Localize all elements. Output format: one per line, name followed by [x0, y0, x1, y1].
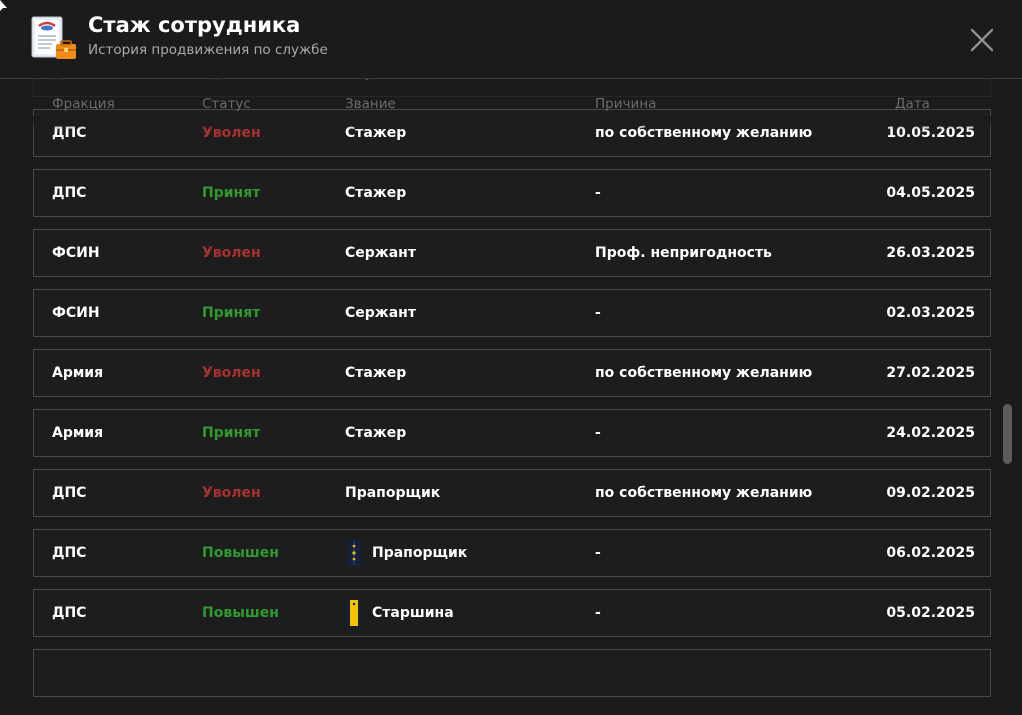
- cell-status: Принят: [202, 305, 261, 321]
- cell-date: 10.05.2025: [886, 79, 975, 81]
- cell-faction: Армия: [52, 425, 104, 441]
- table-row: Армия Принят Стажер - 24.02.2025: [33, 409, 991, 457]
- cell-rank: Прапорщик: [345, 485, 441, 501]
- cell-faction: ДПС: [52, 79, 86, 81]
- cell-status: Повышен: [202, 545, 279, 561]
- cell-date: 04.05.2025: [886, 185, 975, 201]
- cell-status: Принят: [202, 425, 261, 441]
- scrollbar-track[interactable]: [1000, 79, 1014, 715]
- column-header-rank: Звание: [345, 96, 396, 112]
- cell-rank: Стажер: [345, 185, 407, 201]
- warrant-officer-insignia-icon: [347, 540, 361, 566]
- cell-reason: -: [595, 545, 601, 561]
- cell-faction: ДПС: [52, 605, 87, 621]
- cell-rank: Сержант: [345, 79, 416, 81]
- sergeant-major-insignia-icon: [347, 600, 361, 626]
- cell-faction: ДПС: [52, 545, 87, 561]
- cell-reason: Проф. непригодность: [595, 245, 772, 261]
- document-briefcase-icon: [31, 16, 76, 59]
- cell-rank: Сержант: [345, 305, 416, 321]
- cell-date: 27.02.2025: [886, 365, 975, 381]
- seniority-window: Стаж сотрудника История продвижения по с…: [0, 0, 1022, 715]
- cell-reason: по собственному желанию: [595, 485, 813, 501]
- cell-status: Принят: [202, 185, 261, 201]
- scrollbar-thumb[interactable]: [1003, 404, 1012, 464]
- column-headers: Фракция Статус Звание Причина Дата: [0, 96, 1000, 116]
- cell-faction: ФСИН: [52, 245, 100, 261]
- cell-date: 05.02.2025: [886, 605, 975, 621]
- cell-faction: Армия: [52, 365, 104, 381]
- cell-rank: Прапорщик: [372, 545, 468, 561]
- column-header-reason: Причина: [595, 96, 657, 112]
- cell-reason: -: [595, 425, 601, 441]
- table-row: ДПС Повышен Старшина - 05.02.2025: [33, 589, 991, 637]
- window-subtitle: История продвижения по службе: [88, 42, 328, 58]
- list-top-fade: [0, 116, 1000, 130]
- window-header: Стаж сотрудника История продвижения по с…: [0, 0, 1022, 79]
- table-row: ДПС Принят Стажер - 04.05.2025: [33, 169, 991, 217]
- cell-date: 26.03.2025: [886, 245, 975, 261]
- column-header-status: Статус: [202, 96, 251, 112]
- cell-reason: -: [595, 305, 601, 321]
- table-row: ДПС Повышен Прапорщик - 06.02.2025: [33, 529, 991, 577]
- cell-date: 09.02.2025: [886, 485, 975, 501]
- table-row: [33, 649, 991, 697]
- table-row: ДПС Уволен Прапорщик по собственному желани…: [33, 469, 991, 517]
- cell-date: 24.02.2025: [886, 425, 975, 441]
- cell-faction: ДПС: [52, 185, 87, 201]
- cell-reason: -: [595, 605, 601, 621]
- table-row: ФСИН Принят Сержант - 02.03.2025: [33, 289, 991, 337]
- close-icon[interactable]: [966, 24, 998, 56]
- cell-rank: Стажер: [345, 365, 407, 381]
- table-row: Армия Уволен Стажер по собственному желанию…: [33, 349, 991, 397]
- cell-status: Уволен: [202, 365, 261, 381]
- cell-date: 06.02.2025: [886, 545, 975, 561]
- table-row: ФСИН Уволен Сержант Проф. непригодность 26.0…: [33, 229, 991, 277]
- history-list[interactable]: ДПС Принят Сержант - 10.05.2025 ДПС Уволен Стаж…: [0, 79, 1000, 715]
- cell-faction: ДПС: [52, 485, 87, 501]
- window-title: Стаж сотрудника: [88, 13, 301, 37]
- cell-rank: Старшина: [372, 605, 454, 621]
- cell-reason: -: [595, 185, 601, 201]
- cell-reason: по собственному желанию: [595, 365, 813, 381]
- table-row: ДПС Принят Сержант - 10.05.2025: [33, 79, 991, 97]
- cell-status: Уволен: [202, 485, 261, 501]
- cell-status: Уволен: [202, 245, 261, 261]
- cell-date: 02.03.2025: [886, 305, 975, 321]
- cell-status: Повышен: [202, 605, 279, 621]
- cell-faction: ФСИН: [52, 305, 100, 321]
- column-header-faction: Фракция: [52, 96, 115, 112]
- cell-status: Принят: [202, 79, 260, 81]
- cell-rank: Стажер: [345, 425, 407, 441]
- cell-reason: -: [595, 79, 601, 81]
- cell-rank: Сержант: [345, 245, 416, 261]
- column-header-date: Дата: [895, 96, 930, 112]
